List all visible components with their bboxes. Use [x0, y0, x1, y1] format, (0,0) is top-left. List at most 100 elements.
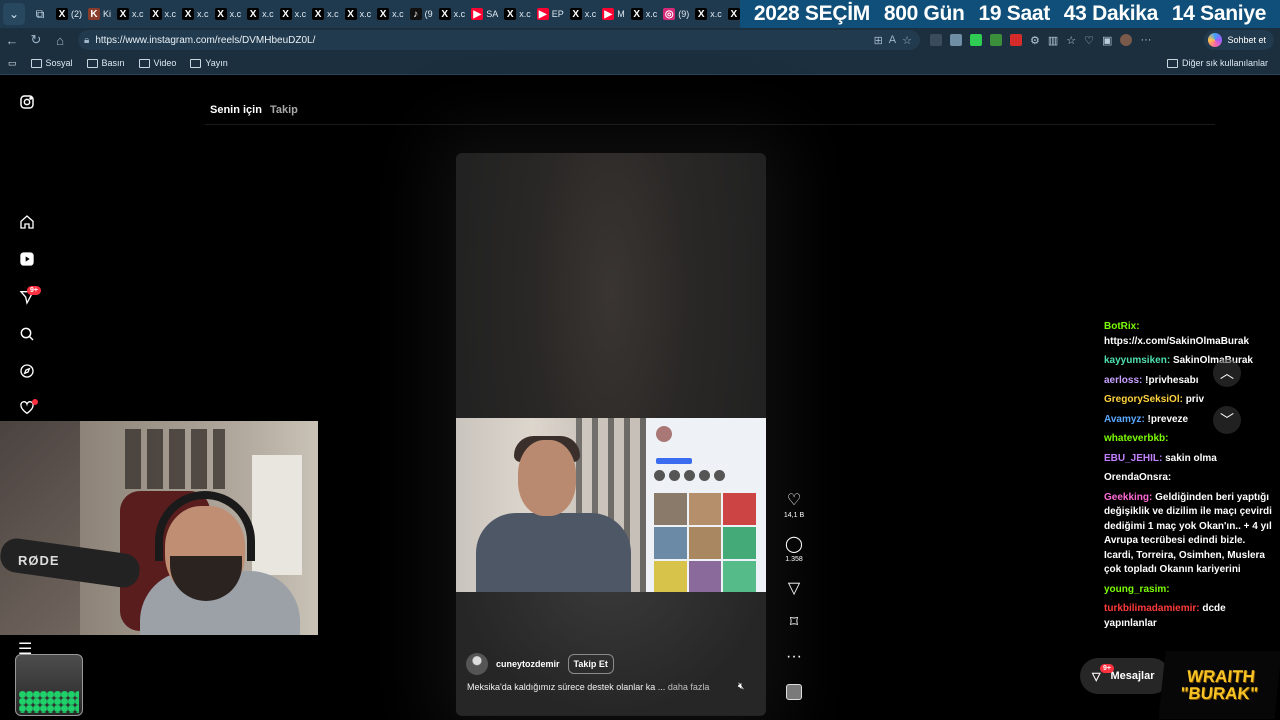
browser-tab[interactable]: Xx.c [692, 3, 725, 25]
mute-icon[interactable]: 🔇︎ [738, 681, 744, 692]
author-username[interactable]: cuneytozdemir [496, 659, 560, 669]
bookmark-yayin[interactable]: Yayın [190, 58, 228, 68]
browser-tab[interactable]: Xx.c [567, 3, 600, 25]
reels-nav-icon[interactable] [17, 249, 37, 269]
reel-player[interactable]: cuneytozdemir Takip Et Meksika'da kaldığ… [456, 153, 766, 716]
countdown-seconds: 14 Saniye [1171, 2, 1267, 25]
browser-essentials-icon[interactable]: ♡ [1084, 34, 1094, 47]
more-options[interactable]: ··· [780, 648, 808, 666]
browser-tab-label: SA [486, 9, 499, 19]
url-field[interactable]: 🔒︎ https://www.instagram.com/reels/DVMHb… [78, 30, 920, 50]
chat-username[interactable]: whateverbkb [1104, 433, 1165, 444]
search-nav-icon[interactable] [17, 324, 37, 344]
browser-tab[interactable]: ◎ (9) [660, 3, 692, 25]
copilot-chat-button[interactable]: Sohbet et [1204, 30, 1274, 50]
extension-icon[interactable] [930, 34, 942, 46]
collections-icon[interactable]: ▣ [1102, 34, 1112, 47]
reel-author-row: cuneytozdemir Takip Et [466, 653, 614, 675]
caption-more-link[interactable]: daha fazla [668, 682, 710, 692]
instagram-icon: ◎ [663, 8, 676, 20]
chat-username[interactable]: turkbilimadamiemir [1104, 603, 1196, 614]
chat-username[interactable]: Avamyz [1104, 414, 1141, 425]
tab-following[interactable]: Takip [270, 104, 298, 116]
app-install-icon[interactable]: ⊞ [874, 34, 883, 47]
messages-button[interactable]: ▽ 9+ Mesajlar [1080, 658, 1170, 694]
audio-thumbnail[interactable] [786, 684, 802, 700]
notifications-dot [32, 399, 38, 405]
instagram-logo-icon[interactable] [17, 92, 37, 112]
chat-message: turkbilimadamiemir: dcde yapınlanlar [1104, 602, 1274, 631]
browser-tab[interactable]: Xx.c [501, 3, 534, 25]
scroll-down-icon[interactable]: ﹀ [1213, 406, 1241, 434]
browser-tab[interactable]: Xx.c [212, 3, 245, 25]
chat-text: priv [1185, 394, 1205, 405]
home-nav-icon[interactable] [17, 212, 37, 232]
browser-tab[interactable]: Xx.c [244, 3, 277, 25]
favorites-icon[interactable]: ☆ [1066, 34, 1076, 47]
back-icon[interactable]: ← [0, 28, 24, 52]
instagram-page: 9+ Senin için Takip cuneytozdemir Takip … [0, 76, 1280, 720]
puzzle-icon[interactable]: ⚙ [1030, 34, 1040, 47]
browser-tab[interactable]: Xx.c [309, 3, 342, 25]
chat-username[interactable]: EBU_JEHIL [1104, 453, 1159, 464]
extension-icon[interactable] [970, 34, 982, 46]
chat-username[interactable]: kayyumsiken [1104, 355, 1167, 366]
home-icon[interactable]: ⌂ [48, 28, 72, 52]
chat-username[interactable]: GregorySeksiOl [1104, 394, 1180, 405]
extension-icon[interactable] [1010, 34, 1022, 46]
browser-tab[interactable]: Xx.c [436, 3, 469, 25]
browser-tab[interactable]: ▶ M [599, 3, 628, 25]
chat-username[interactable]: young_rasim [1104, 584, 1166, 595]
chat-username[interactable]: aerloss [1104, 375, 1139, 386]
tab-actions-icon[interactable]: ⌄ [3, 3, 25, 25]
author-avatar[interactable] [466, 653, 488, 675]
chat-username[interactable]: OrendaOnsra [1104, 472, 1168, 483]
bookmark-label: Diğer sık kullanılanlar [1181, 58, 1268, 68]
refresh-icon[interactable]: ↻ [24, 28, 48, 52]
reel-video-frame[interactable] [456, 418, 766, 592]
browser-tab[interactable]: Xx.c [342, 3, 375, 25]
save-action[interactable]: ⌑ [780, 614, 808, 632]
browser-tab[interactable]: Xx.c [179, 3, 212, 25]
browser-tab[interactable]: ♪ (9 [407, 3, 436, 25]
browser-tab[interactable]: Xx.c [147, 3, 180, 25]
browser-tab-label: x.c [229, 9, 242, 19]
bookmark-basin[interactable]: Basın [86, 58, 125, 68]
bookmark-other-favorites[interactable]: Diğer sık kullanılanlar [1166, 58, 1268, 68]
chat-message: Avamyz: !preveze [1104, 413, 1274, 428]
chat-username[interactable]: Geekking [1104, 492, 1149, 503]
favorite-star-icon[interactable]: ☆ [902, 34, 912, 47]
bookmark-label: Yayın [205, 58, 228, 68]
bookmark-sosyal[interactable]: Sosyal [30, 58, 73, 68]
share-action[interactable]: ▽ [780, 580, 808, 598]
comment-action[interactable]: ◯ 1.358 [780, 536, 808, 563]
like-count: 14,1 B [783, 512, 805, 519]
sidebar-toggle-icon[interactable]: ▭ [8, 58, 17, 69]
x-icon: X [247, 8, 260, 20]
tab-for-you[interactable]: Senin için [210, 104, 262, 116]
more-icon[interactable]: ··· [1140, 34, 1151, 46]
browser-tab[interactable]: ▶ EP [534, 3, 567, 25]
browser-tab[interactable]: Xx.c [114, 3, 147, 25]
extension-icon[interactable] [950, 34, 962, 46]
bookmark-video[interactable]: Video [138, 58, 176, 68]
profile-avatar[interactable] [1120, 34, 1133, 46]
scroll-up-icon[interactable]: ︿ [1213, 359, 1241, 387]
browser-tab[interactable]: K Ki [85, 3, 114, 25]
read-aloud-icon[interactable]: A [889, 34, 896, 47]
split-screen-icon[interactable]: ▥ [1048, 34, 1058, 47]
chat-username[interactable]: BotRix [1104, 321, 1136, 332]
browser-tab[interactable]: ▶ SA [468, 3, 501, 25]
browser-tab-label: (2) [71, 9, 82, 19]
like-action[interactable]: ♡ 14,1 B [780, 492, 808, 519]
webcam-overlay: RØDE [0, 421, 318, 635]
browser-tab[interactable]: Xx.c [374, 3, 407, 25]
browser-tab[interactable]: Xx.c [277, 3, 310, 25]
workspaces-icon[interactable]: ⧉ [29, 3, 51, 25]
follow-button[interactable]: Takip Et [567, 654, 614, 674]
explore-nav-icon[interactable] [17, 361, 37, 381]
browser-tab[interactable]: Xx.c [628, 3, 661, 25]
browser-tab[interactable]: X (2) [53, 3, 85, 25]
extension-icon[interactable] [990, 34, 1002, 46]
x-icon: X [214, 8, 227, 20]
